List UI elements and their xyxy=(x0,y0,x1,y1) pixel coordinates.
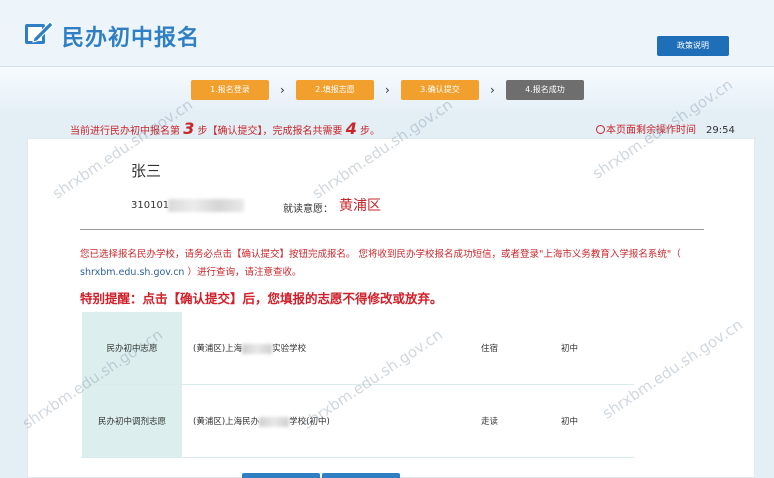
step-2: 2.填报志愿 xyxy=(296,80,374,100)
school-name: (黄浦区)上海民办 学校(初中) xyxy=(182,384,399,458)
district-value: 黄浦区 xyxy=(339,198,381,214)
table-cell xyxy=(398,384,469,458)
notice-text-1: 您已选择报名民办学校，请务必点击【确认提交】按钮完成报名。 您将收到民办学校报名… xyxy=(80,249,681,260)
logo-icon xyxy=(25,21,54,44)
header: 民办初中报名 政策说明 xyxy=(0,0,774,66)
step-3: 3.确认提交 xyxy=(401,80,479,100)
table-row: 民办初中志愿 (黄浦区)上海 实验学校 住宿 初中 xyxy=(81,311,634,385)
timer-label: 本页面剩余操作时间 xyxy=(606,125,696,136)
divider xyxy=(80,229,704,230)
back-button[interactable] xyxy=(242,473,320,478)
chevron-right-icon: › xyxy=(490,83,495,97)
progress-suffix: 步。 xyxy=(360,126,381,137)
boarding-mode: 住宿 xyxy=(468,311,553,385)
school-prefix: (黄浦区)上海民办 xyxy=(193,417,260,427)
table-cell xyxy=(398,311,469,385)
step-1: 1.报名登录 xyxy=(191,80,269,100)
site-title: 民办初中报名 xyxy=(62,26,201,51)
choice-type: 民办初中志愿 xyxy=(81,311,183,385)
progress-middle: 步【确认提交】，完成报名共需要 xyxy=(197,126,343,137)
school-level: 初中 xyxy=(552,311,634,385)
student-name: 张三 xyxy=(131,162,162,180)
timer-value: 29:54 xyxy=(706,125,735,136)
chevron-right-icon: › xyxy=(385,83,390,97)
clock-icon xyxy=(596,125,605,134)
school-suffix: 实验学校 xyxy=(272,344,307,354)
id-number: 310101 xyxy=(131,200,170,211)
confirm-submit-button[interactable] xyxy=(322,473,400,478)
school-name-masked xyxy=(242,343,273,354)
school-level: 初中 xyxy=(552,384,634,458)
boarding-mode: 走读 xyxy=(468,384,553,458)
policy-button[interactable]: 政策说明 xyxy=(657,36,729,56)
countdown-timer: 本页面剩余操作时间 29:54 xyxy=(596,121,735,136)
progress-info: 当前进行民办初中报名第 3 步【确认提交】，完成报名共需要 4 步。 xyxy=(70,119,380,138)
total-steps-number: 4 xyxy=(345,119,357,138)
choice-type: 民办初中调剂志愿 xyxy=(81,384,183,458)
notice-text-2: ）进行查询，请注意查收。 xyxy=(184,267,302,278)
id-number-masked xyxy=(168,199,244,212)
step-progress-bar: 1.报名登录 › 2.填报志愿 › 3.确认提交 › 4.报名成功 xyxy=(0,66,774,110)
table-row: 民办初中调剂志愿 (黄浦区)上海民办 学校(初中) 走读 初中 xyxy=(81,384,634,458)
school-prefix: (黄浦区)上海 xyxy=(193,344,243,354)
special-reminder: 特别提醒：点击【确认提交】后，您填报的志愿不得修改或放弃。 xyxy=(80,291,443,306)
current-step-number: 3 xyxy=(183,119,195,138)
progress-prefix: 当前进行民办初中报名第 xyxy=(70,126,180,137)
system-link[interactable]: shrxbm.edu.sh.gov.cn xyxy=(80,267,184,278)
choices-table: 民办初中志愿 (黄浦区)上海 实验学校 住宿 初中 民办初中调剂志愿 (黄浦区)上… xyxy=(81,311,634,458)
school-name: (黄浦区)上海 实验学校 xyxy=(182,311,399,385)
school-name-masked xyxy=(259,416,290,427)
submission-notice: 您已选择报名民办学校，请务必点击【确认提交】按钮完成报名。 您将收到民办学校报名… xyxy=(80,246,690,282)
school-suffix: 学校(初中) xyxy=(289,417,330,427)
district-label: 就读意愿： xyxy=(283,204,333,215)
step-4: 4.报名成功 xyxy=(506,80,584,100)
chevron-right-icon: › xyxy=(280,83,285,97)
